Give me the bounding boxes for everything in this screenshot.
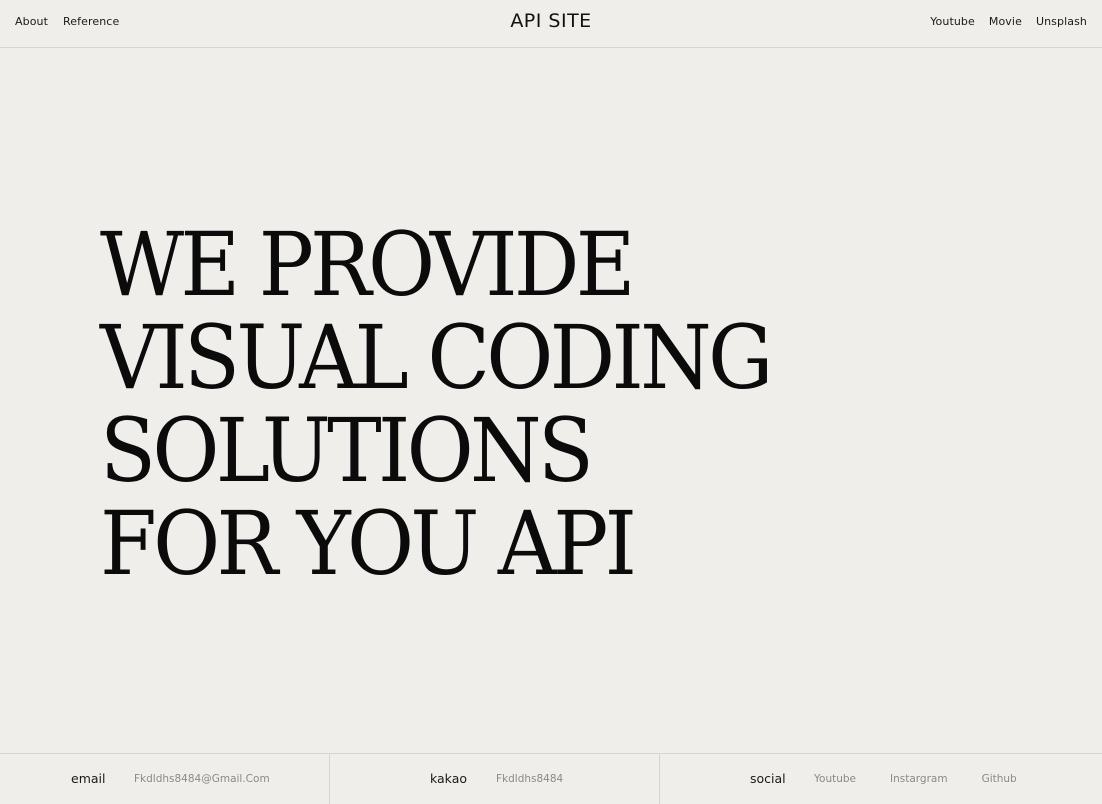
hero-line-4: FOR YOU API [100,492,637,595]
page: About Reference API SITE Youtube Movie U… [0,0,1102,804]
site-header: About Reference API SITE Youtube Movie U… [0,0,1102,48]
nav-right: Youtube Movie Unsplash [930,15,1087,28]
footer-social-title: social [750,771,786,786]
social-link-github[interactable]: Github [982,773,1017,785]
nav-link-movie[interactable]: Movie [989,15,1022,28]
footer-email-link[interactable]: Fkdldhs8484@Gmail.Com [134,773,270,785]
hero-heading: WE PROVIDE VISUAL CODING SOLUTIONS FOR Y… [100,218,1000,590]
nav-link-unsplash[interactable]: Unsplash [1036,15,1087,28]
social-link-instagram[interactable]: Instargram [890,773,948,785]
social-link-youtube[interactable]: Youtube [814,773,856,785]
site-footer: email Fkdldhs8484@Gmail.Com kakao Fkdldh… [0,753,1102,804]
nav-link-youtube[interactable]: Youtube [930,15,975,28]
footer-kakao: kakao Fkdldhs8484 [330,754,660,804]
hero-line-1: WE PROVIDE [100,213,636,316]
footer-email: email Fkdldhs8484@Gmail.Com [0,754,330,804]
footer-social: social Youtube Instargram Github [660,754,1102,804]
footer-email-title: email [71,771,106,786]
hero-line-3: SOLUTIONS [100,399,594,502]
social-links: Youtube Instargram Github [814,773,1017,785]
footer-kakao-id[interactable]: Fkdldhs8484 [496,773,563,785]
hero-line-2: VISUAL CODING [100,306,773,409]
footer-kakao-title: kakao [430,771,468,786]
